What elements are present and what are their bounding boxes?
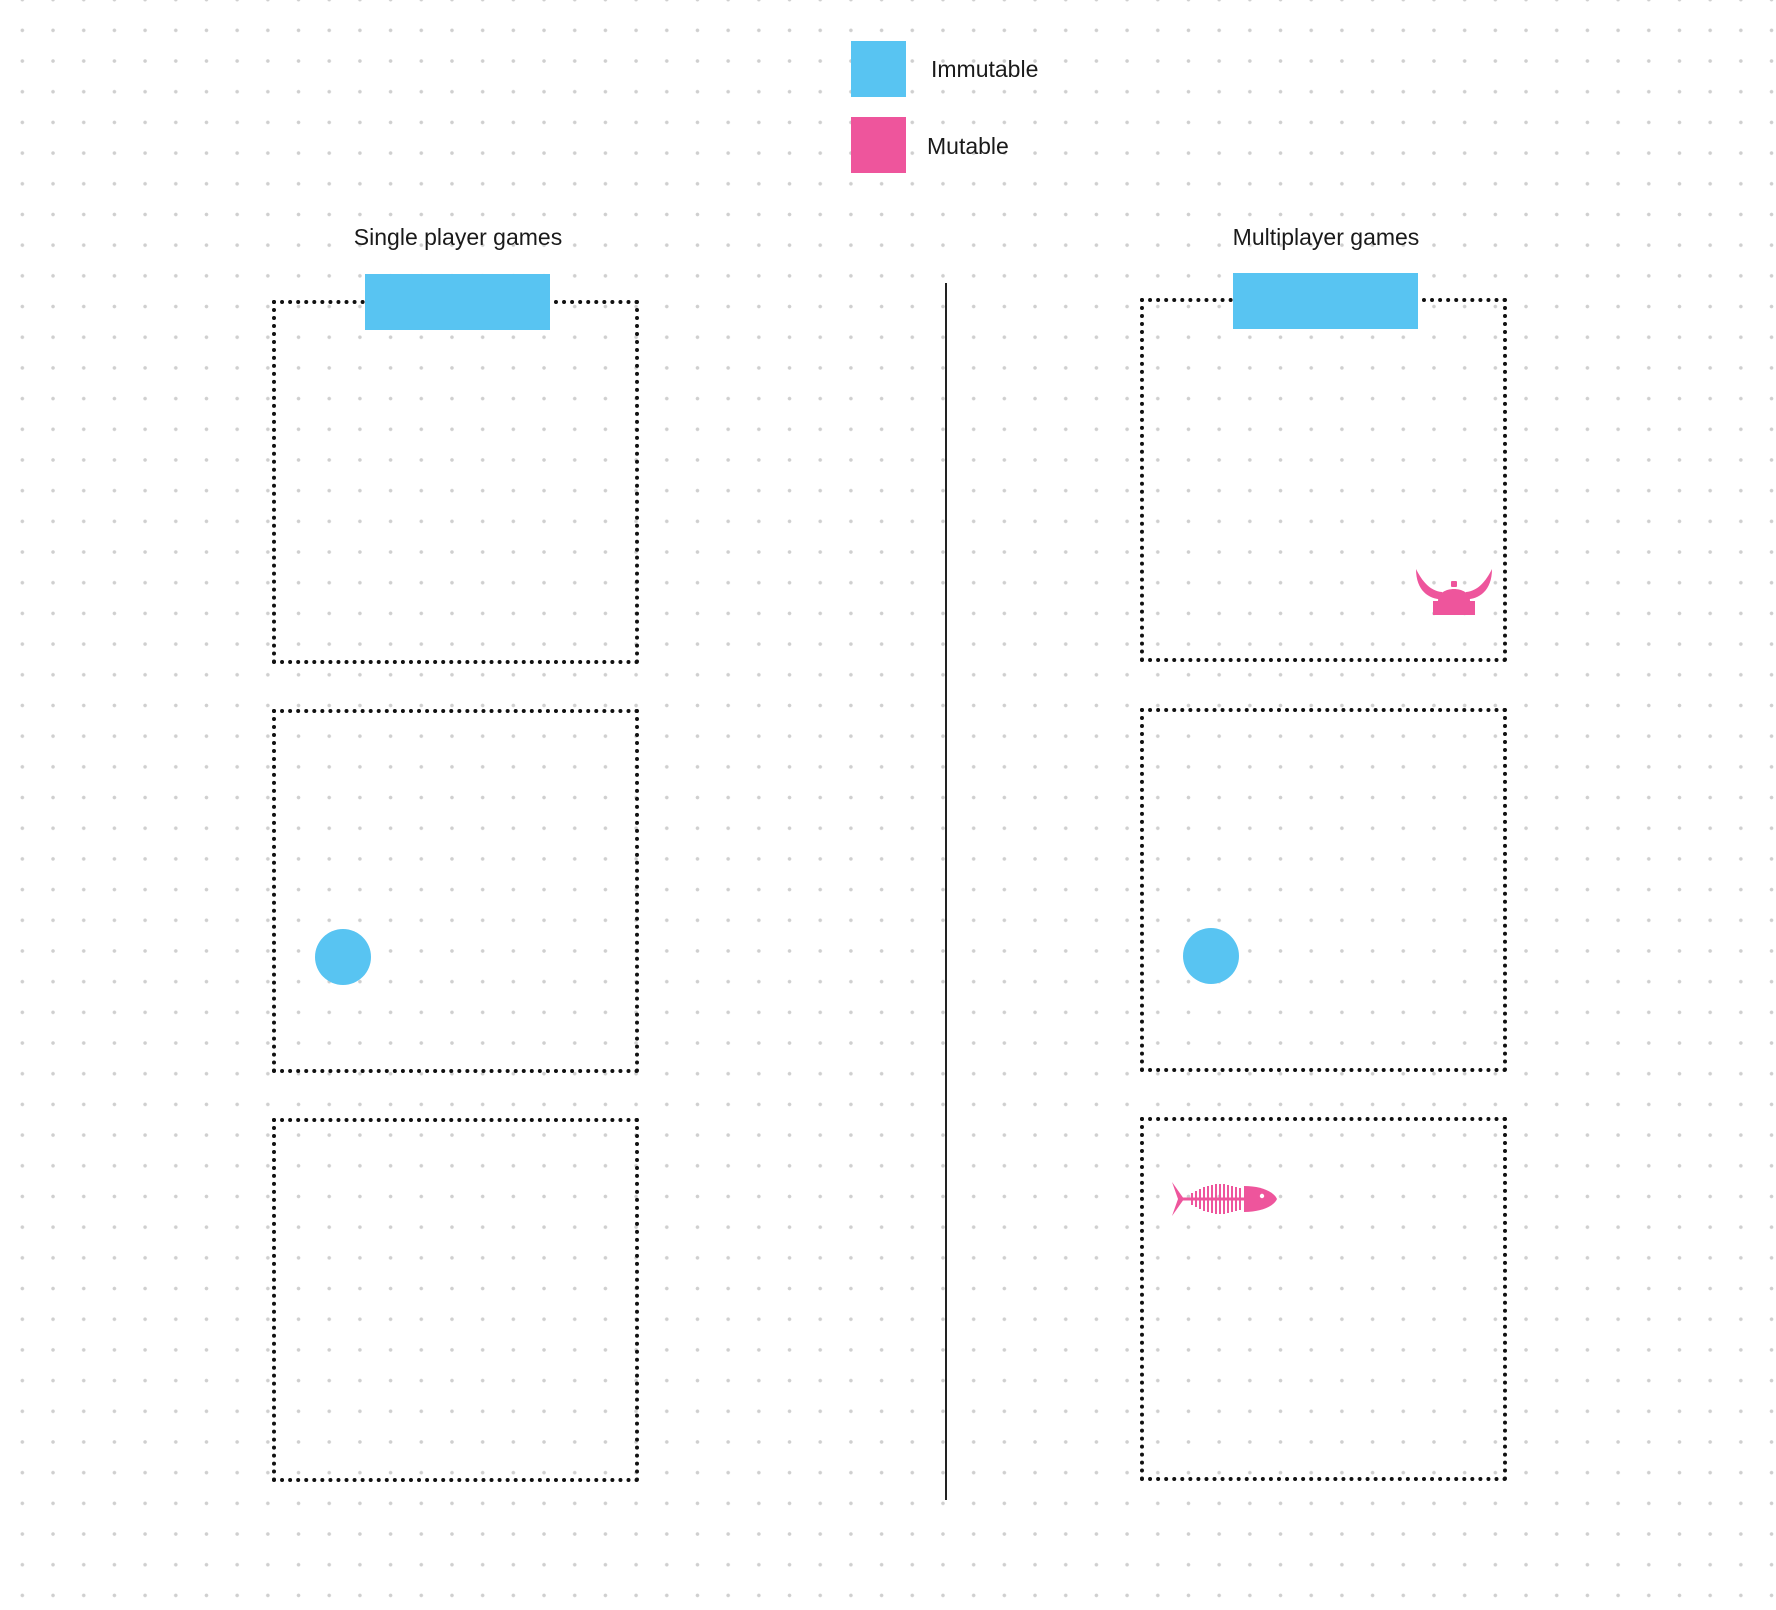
whiteboard-canvas: Immutable Mutable Single player games Mu… <box>0 0 1776 1610</box>
immutable-circle-multi[interactable] <box>1183 928 1239 984</box>
single-player-frame-1[interactable] <box>272 300 639 664</box>
multiplayer-frame-3[interactable] <box>1140 1117 1507 1481</box>
column-title-single-player: Single player games <box>353 224 563 250</box>
viking-helmet-icon[interactable] <box>1414 567 1494 617</box>
legend-label-immutable: Immutable <box>931 56 1039 82</box>
multiplayer-frame-2[interactable] <box>1140 708 1507 1072</box>
legend-swatch-mutable <box>851 117 906 173</box>
legend-swatch-immutable <box>851 41 906 97</box>
immutable-sticky-note-multi[interactable] <box>1233 273 1418 329</box>
single-player-frame-3[interactable] <box>272 1118 639 1482</box>
immutable-circle-single[interactable] <box>315 929 371 985</box>
column-title-multiplayer: Multiplayer games <box>1232 224 1420 250</box>
fish-bone-icon[interactable] <box>1170 1180 1278 1218</box>
immutable-sticky-note-single[interactable] <box>365 274 550 330</box>
single-player-frame-2[interactable] <box>272 709 639 1073</box>
legend-label-mutable: Mutable <box>927 133 1009 159</box>
column-divider <box>945 283 947 1500</box>
